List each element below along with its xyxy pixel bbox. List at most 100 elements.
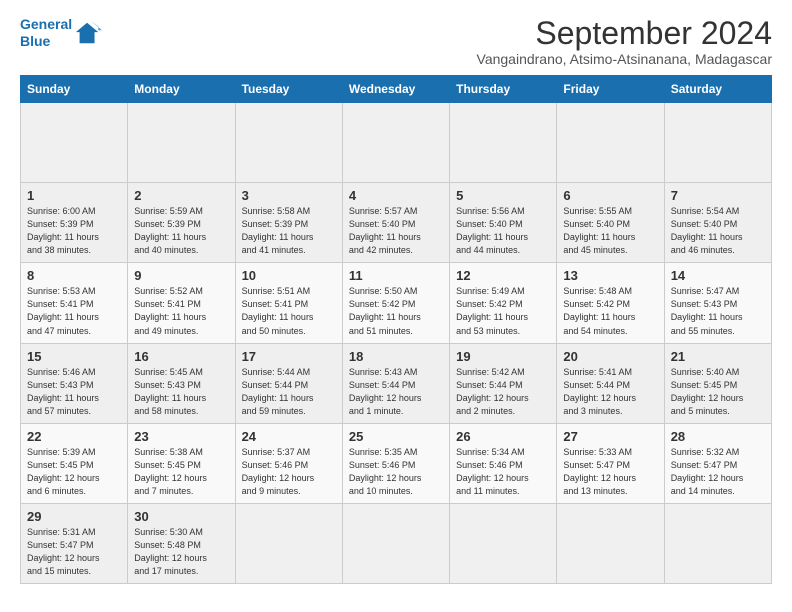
- logo-general: General: [20, 16, 72, 32]
- day-info: Sunrise: 5:57 AM Sunset: 5:40 PM Dayligh…: [349, 205, 443, 257]
- calendar-cell: [235, 503, 342, 583]
- calendar-body: 1 Sunrise: 6:00 AM Sunset: 5:39 PM Daylig…: [21, 103, 772, 584]
- weekday-header: Sunday: [21, 76, 128, 103]
- calendar-cell: 9Sunrise: 5:52 AM Sunset: 5:41 PM Daylig…: [128, 263, 235, 343]
- calendar-cell: 17Sunrise: 5:44 AM Sunset: 5:44 PM Dayli…: [235, 343, 342, 423]
- weekday-header: Wednesday: [342, 76, 449, 103]
- day-number: 13: [563, 268, 657, 283]
- calendar-cell: 23 Sunrise: 5:38 AM Sunset: 5:45 PM Dayli…: [128, 423, 235, 503]
- day-info: Sunrise: 6:00 AM Sunset: 5:39 PM Dayligh…: [27, 205, 121, 257]
- day-number: 29: [27, 509, 121, 524]
- calendar-cell: 10Sunrise: 5:51 AM Sunset: 5:41 PM Dayli…: [235, 263, 342, 343]
- calendar-week-row: 15 Sunrise: 5:46 AM Sunset: 5:43 PM Dayli…: [21, 343, 772, 423]
- day-info: Sunrise: 5:53 AM Sunset: 5:41 PM Dayligh…: [27, 285, 121, 337]
- calendar-title: September 2024: [477, 16, 772, 51]
- day-info: Sunrise: 5:32 AM Sunset: 5:47 PM Dayligh…: [671, 446, 765, 498]
- day-number: 3: [242, 188, 336, 203]
- calendar-cell: 25Sunrise: 5:35 AM Sunset: 5:46 PM Dayli…: [342, 423, 449, 503]
- calendar-cell: [21, 103, 128, 183]
- calendar-cell: 12Sunrise: 5:49 AM Sunset: 5:42 PM Dayli…: [450, 263, 557, 343]
- day-info: Sunrise: 5:37 AM Sunset: 5:46 PM Dayligh…: [242, 446, 336, 498]
- calendar-cell: [235, 103, 342, 183]
- day-number: 24: [242, 429, 336, 444]
- weekday-header: Saturday: [664, 76, 771, 103]
- calendar-cell: 18Sunrise: 5:43 AM Sunset: 5:44 PM Dayli…: [342, 343, 449, 423]
- day-number: 6: [563, 188, 657, 203]
- calendar-cell: 7Sunrise: 5:54 AM Sunset: 5:40 PM Daylig…: [664, 183, 771, 263]
- calendar-cell: [664, 103, 771, 183]
- calendar-cell: 20 Sunrise: 5:41 AM Sunset: 5:44 PM Dayli…: [557, 343, 664, 423]
- logo-icon: [74, 19, 102, 47]
- calendar-cell: [664, 503, 771, 583]
- calendar-cell: [557, 103, 664, 183]
- calendar-cell: 15 Sunrise: 5:46 AM Sunset: 5:43 PM Dayli…: [21, 343, 128, 423]
- day-info: Sunrise: 5:47 AM Sunset: 5:43 PM Dayligh…: [671, 285, 765, 337]
- calendar-week-row: [21, 103, 772, 183]
- day-number: 20: [563, 349, 657, 364]
- day-info: Sunrise: 5:51 AM Sunset: 5:41 PM Dayligh…: [242, 285, 336, 337]
- day-info: Sunrise: 5:31 AM Sunset: 5:47 PM Dayligh…: [27, 526, 121, 578]
- weekday-row: SundayMondayTuesdayWednesdayThursdayFrid…: [21, 76, 772, 103]
- calendar-cell: 1 Sunrise: 6:00 AM Sunset: 5:39 PM Daylig…: [21, 183, 128, 263]
- calendar-cell: 4 Sunrise: 5:57 AM Sunset: 5:40 PM Daylig…: [342, 183, 449, 263]
- calendar-cell: 14 Sunrise: 5:47 AM Sunset: 5:43 PM Dayli…: [664, 263, 771, 343]
- calendar-cell: 2Sunrise: 5:59 AM Sunset: 5:39 PM Daylig…: [128, 183, 235, 263]
- logo-blue: Blue: [20, 33, 50, 49]
- calendar-cell: [450, 103, 557, 183]
- calendar-cell: 3 Sunrise: 5:58 AM Sunset: 5:39 PM Daylig…: [235, 183, 342, 263]
- day-info: Sunrise: 5:40 AM Sunset: 5:45 PM Dayligh…: [671, 366, 765, 418]
- calendar-cell: 27 Sunrise: 5:33 AM Sunset: 5:47 PM Dayli…: [557, 423, 664, 503]
- day-info: Sunrise: 5:56 AM Sunset: 5:40 PM Dayligh…: [456, 205, 550, 257]
- calendar-cell: 30 Sunrise: 5:30 AM Sunset: 5:48 PM Dayli…: [128, 503, 235, 583]
- day-number: 25: [349, 429, 443, 444]
- calendar-cell: 5Sunrise: 5:56 AM Sunset: 5:40 PM Daylig…: [450, 183, 557, 263]
- calendar-header: SundayMondayTuesdayWednesdayThursdayFrid…: [21, 76, 772, 103]
- weekday-header: Friday: [557, 76, 664, 103]
- day-info: Sunrise: 5:38 AM Sunset: 5:45 PM Dayligh…: [134, 446, 228, 498]
- calendar-cell: 19Sunrise: 5:42 AM Sunset: 5:44 PM Dayli…: [450, 343, 557, 423]
- calendar-cell: [128, 103, 235, 183]
- day-number: 17: [242, 349, 336, 364]
- day-number: 1: [27, 188, 121, 203]
- day-info: Sunrise: 5:39 AM Sunset: 5:45 PM Dayligh…: [27, 446, 121, 498]
- calendar-week-row: 1 Sunrise: 6:00 AM Sunset: 5:39 PM Daylig…: [21, 183, 772, 263]
- day-info: Sunrise: 5:55 AM Sunset: 5:40 PM Dayligh…: [563, 205, 657, 257]
- day-info: Sunrise: 5:43 AM Sunset: 5:44 PM Dayligh…: [349, 366, 443, 418]
- day-info: Sunrise: 5:48 AM Sunset: 5:42 PM Dayligh…: [563, 285, 657, 337]
- calendar-table: SundayMondayTuesdayWednesdayThursdayFrid…: [20, 75, 772, 584]
- calendar-cell: 13 Sunrise: 5:48 AM Sunset: 5:42 PM Dayli…: [557, 263, 664, 343]
- calendar-week-row: 29 Sunrise: 5:31 AM Sunset: 5:47 PM Dayli…: [21, 503, 772, 583]
- calendar-cell: 6 Sunrise: 5:55 AM Sunset: 5:40 PM Daylig…: [557, 183, 664, 263]
- day-info: Sunrise: 5:33 AM Sunset: 5:47 PM Dayligh…: [563, 446, 657, 498]
- day-number: 4: [349, 188, 443, 203]
- day-number: 8: [27, 268, 121, 283]
- day-info: Sunrise: 5:59 AM Sunset: 5:39 PM Dayligh…: [134, 205, 228, 257]
- day-info: Sunrise: 5:58 AM Sunset: 5:39 PM Dayligh…: [242, 205, 336, 257]
- day-number: 7: [671, 188, 765, 203]
- calendar-cell: 11 Sunrise: 5:50 AM Sunset: 5:42 PM Dayli…: [342, 263, 449, 343]
- day-number: 16: [134, 349, 228, 364]
- day-number: 23: [134, 429, 228, 444]
- calendar-cell: 26 Sunrise: 5:34 AM Sunset: 5:46 PM Dayli…: [450, 423, 557, 503]
- day-number: 26: [456, 429, 550, 444]
- day-number: 14: [671, 268, 765, 283]
- page-header: General Blue September 2024 Vangaindrano…: [20, 16, 772, 67]
- calendar-subtitle: Vangaindrano, Atsimo-Atsinanana, Madagas…: [477, 51, 772, 67]
- calendar-cell: 8 Sunrise: 5:53 AM Sunset: 5:41 PM Daylig…: [21, 263, 128, 343]
- day-info: Sunrise: 5:42 AM Sunset: 5:44 PM Dayligh…: [456, 366, 550, 418]
- day-number: 30: [134, 509, 228, 524]
- day-number: 21: [671, 349, 765, 364]
- calendar-week-row: 8 Sunrise: 5:53 AM Sunset: 5:41 PM Daylig…: [21, 263, 772, 343]
- day-number: 15: [27, 349, 121, 364]
- calendar-cell: 16Sunrise: 5:45 AM Sunset: 5:43 PM Dayli…: [128, 343, 235, 423]
- calendar-cell: [557, 503, 664, 583]
- day-info: Sunrise: 5:30 AM Sunset: 5:48 PM Dayligh…: [134, 526, 228, 578]
- day-info: Sunrise: 5:34 AM Sunset: 5:46 PM Dayligh…: [456, 446, 550, 498]
- day-number: 11: [349, 268, 443, 283]
- day-info: Sunrise: 5:46 AM Sunset: 5:43 PM Dayligh…: [27, 366, 121, 418]
- day-info: Sunrise: 5:50 AM Sunset: 5:42 PM Dayligh…: [349, 285, 443, 337]
- day-number: 22: [27, 429, 121, 444]
- day-info: Sunrise: 5:41 AM Sunset: 5:44 PM Dayligh…: [563, 366, 657, 418]
- day-number: 27: [563, 429, 657, 444]
- day-number: 12: [456, 268, 550, 283]
